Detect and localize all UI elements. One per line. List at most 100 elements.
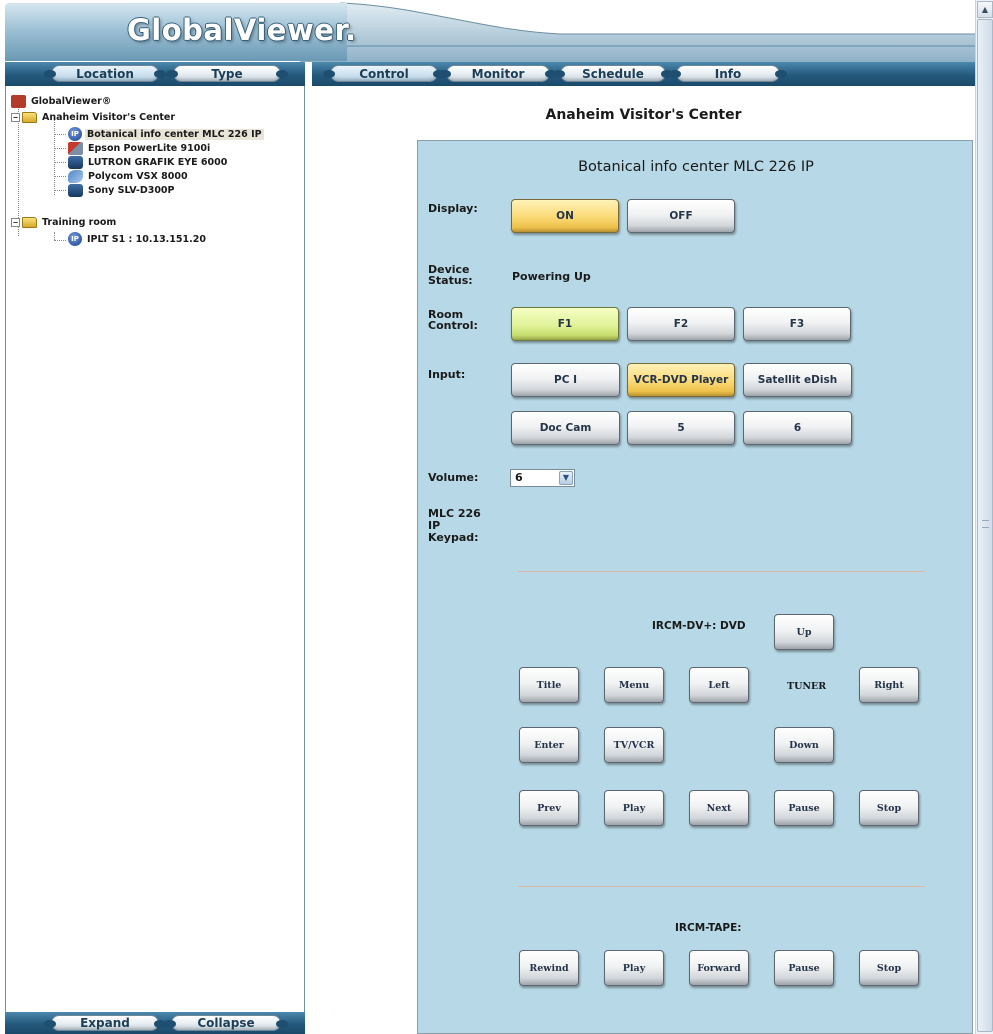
dvd-right-button[interactable]: Right [859, 667, 919, 703]
tab-type[interactable]: Type [166, 65, 288, 82]
tab-control[interactable]: Control [323, 65, 445, 82]
tree-device-lutron[interactable]: LUTRON GRAFIK EYE 6000 [68, 155, 229, 169]
tree-location-label: Anaheim Visitor's Center [42, 111, 176, 123]
tab-info[interactable]: Info [669, 65, 787, 82]
ircm-tape-label: IRCM-TAPE: [675, 922, 742, 934]
tree-device-botanical[interactable]: IP Botanical info center MLC 226 IP [68, 127, 264, 141]
input-vcr-dvd-button[interactable]: VCR-DVD Player [627, 363, 735, 397]
tape-pause-button[interactable]: Pause [774, 950, 834, 986]
projector-icon [68, 141, 83, 155]
main-tab-bar: Control Monitor Schedule Info [312, 62, 975, 86]
tree-root[interactable]: GlobalViewer® [11, 94, 113, 108]
tree-device-iplt[interactable]: IP IPLT S1 : 10.13.151.20 [68, 232, 208, 246]
app-header: GlobalViewer. [0, 0, 975, 62]
device-status-label: Device Status: [428, 263, 473, 287]
tree-device-polycom[interactable]: Polycom VSX 8000 [68, 169, 190, 183]
collapse-toggle-icon[interactable]: − [11, 217, 20, 227]
dvd-stop-button[interactable]: Stop [859, 790, 919, 826]
tree-guide-line [54, 134, 66, 135]
tree-guide-line [54, 190, 66, 191]
room-f3-button[interactable]: F3 [743, 307, 851, 341]
logo-area: GlobalViewer. [5, 3, 356, 61]
tree-guide-line [54, 120, 55, 195]
section-divider [518, 886, 925, 887]
device-title: Botanical info center MLC 226 IP [578, 159, 814, 175]
collapse-button[interactable]: Collapse [164, 1015, 288, 1031]
ircm-dvd-label: IRCM-DV+: DVD [652, 620, 746, 632]
display-on-button[interactable]: ON [511, 199, 619, 233]
dvd-up-button[interactable]: Up [774, 614, 834, 650]
dvd-next-button[interactable]: Next [689, 790, 749, 826]
tree-root-label: GlobalViewer® [31, 95, 112, 107]
dvd-menu-button[interactable]: Menu [604, 667, 664, 703]
tree-device-epson[interactable]: Epson PowerLite 9100i [68, 141, 212, 155]
input-6-button[interactable]: 6 [743, 411, 852, 445]
chevron-down-icon[interactable]: ▼ [559, 471, 573, 485]
tape-rewind-button[interactable]: Rewind [519, 950, 579, 986]
volume-select[interactable]: 6 ▼ [510, 469, 575, 487]
tree-device-label: Polycom VSX 8000 [88, 170, 188, 182]
display-icon [68, 183, 83, 197]
expand-button[interactable]: Expand [44, 1015, 166, 1031]
tuner-label: TUNER [787, 681, 827, 692]
tab-schedule[interactable]: Schedule [553, 65, 673, 82]
display-label: Display: [428, 202, 478, 215]
tree-guide-line [54, 232, 55, 240]
location-title: Anaheim Visitor's Center [545, 107, 742, 123]
tab-monitor[interactable]: Monitor [439, 65, 557, 82]
dvd-left-button[interactable]: Left [689, 667, 749, 703]
display-off-button[interactable]: OFF [627, 199, 735, 233]
display-icon [68, 155, 83, 169]
dvd-play-button[interactable]: Play [604, 790, 664, 826]
dvd-down-button[interactable]: Down [774, 727, 834, 763]
tree-guide-line [54, 176, 66, 177]
tape-forward-button[interactable]: Forward [689, 950, 749, 986]
volume-label: Volume: [428, 471, 479, 484]
volume-value: 6 [515, 471, 523, 484]
dvd-title-button[interactable]: Title [519, 667, 579, 703]
folder-icon [22, 111, 37, 123]
tape-stop-button[interactable]: Stop [859, 950, 919, 986]
room-control-label: Room Control: [428, 308, 478, 332]
tree-device-sony[interactable]: Sony SLV-D300P [68, 183, 177, 197]
location-tree-panel: GlobalViewer® − Anaheim Visitor's Center… [5, 86, 305, 1013]
vertical-scrollbar[interactable]: ▲ [975, 0, 993, 1034]
room-f2-button[interactable]: F2 [627, 307, 735, 341]
tree-device-label: IPLT S1 : 10.13.151.20 [87, 233, 206, 245]
scroll-up-arrow-icon[interactable]: ▲ [977, 1, 993, 18]
tree-guide-line [54, 240, 66, 241]
tape-play-button[interactable]: Play [604, 950, 664, 986]
tree-location-anaheim[interactable]: − Anaheim Visitor's Center [11, 110, 177, 124]
collapse-toggle-icon[interactable]: − [11, 112, 20, 122]
input-pc-button[interactable]: PC I [511, 363, 620, 397]
tree-location-label: Training room [42, 216, 117, 228]
ip-controller-icon: IP [68, 232, 82, 246]
tab-location[interactable]: Location [44, 65, 166, 82]
tree-device-label: Epson PowerLite 9100i [88, 142, 211, 154]
scrollbar-thumb[interactable] [977, 19, 993, 1032]
device-status-value: Powering Up [512, 270, 591, 283]
tree-device-label: LUTRON GRAFIK EYE 6000 [88, 156, 228, 168]
tree-footer-bar: Expand Collapse [5, 1012, 305, 1034]
header-swoosh-decoration [300, 0, 975, 62]
input-doc-cam-button[interactable]: Doc Cam [511, 411, 620, 445]
ip-controller-icon: IP [68, 127, 82, 141]
dvd-prev-button[interactable]: Prev [519, 790, 579, 826]
tree-guide-line [54, 148, 66, 149]
app-logo: GlobalViewer. [127, 13, 357, 47]
left-tab-bar: Location Type [5, 62, 305, 86]
folder-icon [22, 216, 37, 228]
dvd-enter-button[interactable]: Enter [519, 727, 579, 763]
tree-location-training[interactable]: − Training room [11, 215, 118, 229]
globalviewer-icon [11, 94, 26, 108]
dvd-tv-vcr-button[interactable]: TV/VCR [604, 727, 664, 763]
room-f1-button[interactable]: F1 [511, 307, 619, 341]
device-control-panel: Botanical info center MLC 226 IP Display… [417, 140, 973, 1034]
tree-guide-line [54, 162, 66, 163]
control-content: Anaheim Visitor's Center Botanical info … [312, 86, 975, 1034]
section-divider [518, 571, 925, 572]
scroll-grip-icon [982, 520, 989, 528]
dvd-pause-button[interactable]: Pause [774, 790, 834, 826]
input-5-button[interactable]: 5 [627, 411, 735, 445]
input-satellite-button[interactable]: Satellit eDish [743, 363, 852, 397]
